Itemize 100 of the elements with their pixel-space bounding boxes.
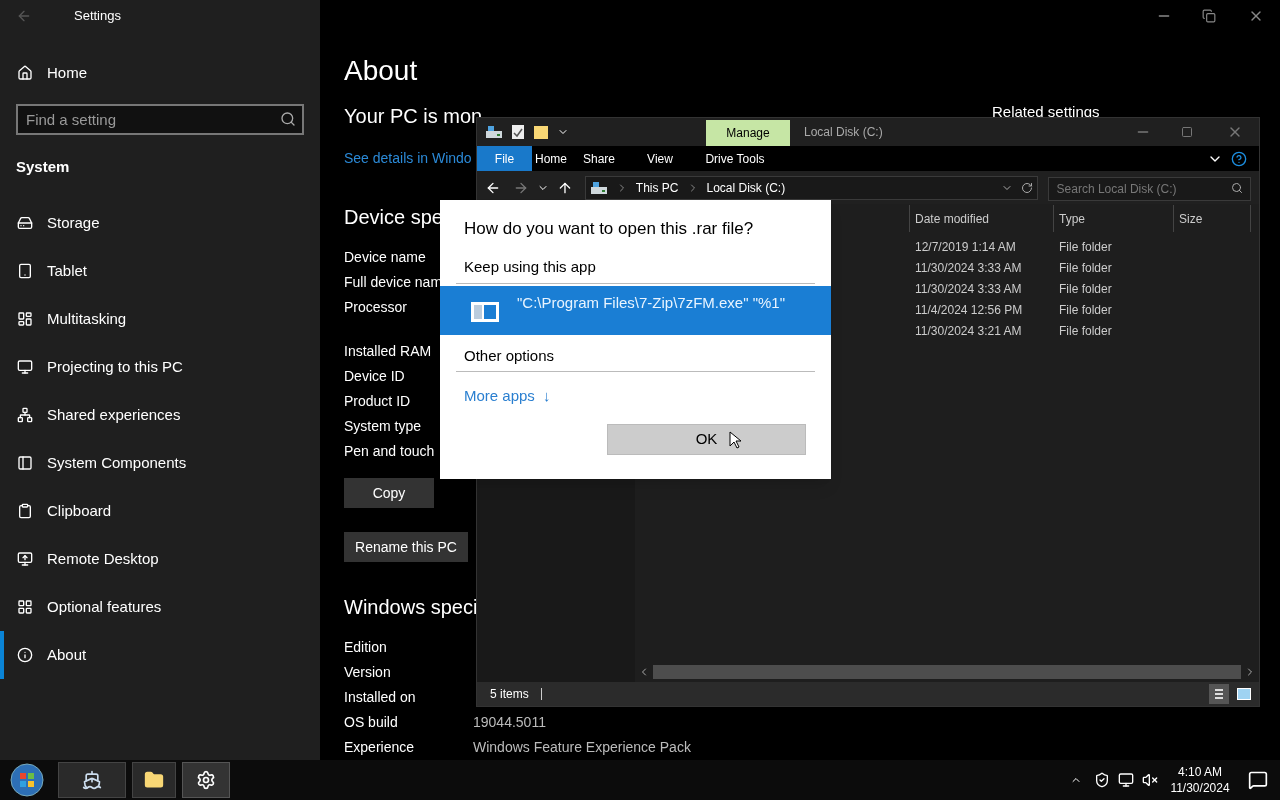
cursor-icon [729,431,741,449]
search-icon [1231,181,1243,194]
address-bar[interactable]: This PC Local Disk (C:) [584,175,1038,200]
panel-icon [17,455,33,471]
clock[interactable]: 4:10 AM 11/30/2024 [1170,764,1230,796]
refresh-icon[interactable] [1020,181,1033,194]
search-icon [280,111,296,127]
status-text: 5 items [490,686,529,703]
nav-item[interactable]: Tablet [0,247,320,295]
monitor-icon [17,359,33,375]
spec-value: 19044.5011 [473,713,546,732]
breadcrumb-item[interactable]: Local Disk (C:) [706,178,786,197]
tablet-icon [17,263,33,279]
home-nav-item[interactable]: Home [0,49,320,97]
nav-item[interactable]: Projecting to this PC [0,343,320,391]
ship-icon [82,770,102,790]
details-link[interactable]: See details in Windo [344,148,472,168]
context-tab[interactable]: Manage [706,120,790,146]
drive-icon [17,215,33,231]
spec-label: Version [344,663,392,682]
properties-icon[interactable] [511,124,525,140]
more-apps-link[interactable]: More apps ↓ [464,386,551,406]
column-header[interactable]: Type [1053,205,1173,232]
volume-muted-icon[interactable] [1142,772,1158,788]
type-cell-text: File folder [1059,238,1112,256]
column-header[interactable]: Size [1173,205,1251,232]
info-icon [17,647,33,663]
copy-button[interactable]: Copy [344,478,434,508]
app-option[interactable]: "C:\Program Files\7-Zip\7zFM.exe" "%1" [440,286,831,335]
file-menu-button[interactable]: File [477,146,532,171]
scrollbar-thumb[interactable] [653,665,1241,679]
home-icon [17,65,33,81]
ok-button[interactable]: OK [607,424,806,455]
taskbar-app[interactable] [132,762,176,798]
taskbar-app[interactable] [58,762,126,798]
taskbar-app[interactable] [182,762,230,798]
section-heading: Keep using this app [463,257,597,277]
app-command: "C:\Program Files\7-Zip\7zFM.exe" "%1" [517,293,786,313]
ribbon-tab[interactable]: Drive Tools [692,146,778,171]
network-icon [17,407,33,423]
type-cell-text: File folder [1059,301,1112,319]
nav-item[interactable]: Optional features [0,583,320,631]
date-cell-text: 11/4/2024 12:56 PM [915,301,1024,319]
details-view-button[interactable] [1209,684,1229,704]
date-cell-text: 11/30/2024 3:33 AM [915,280,1023,298]
spec-label: System type [344,417,422,436]
shield-icon[interactable] [1094,772,1110,788]
drive-icon [589,180,608,195]
column-header[interactable]: Date modified [909,205,1053,232]
folder-icon[interactable] [533,124,549,140]
page-title: About [344,54,418,88]
nav-item[interactable]: Storage [0,199,320,247]
spec-label: Experience [344,738,416,757]
spec-label: OS build [344,713,399,732]
app-icon [471,302,499,322]
ribbon-tab[interactable]: Share [570,146,628,171]
spec-label: Product ID [344,392,411,411]
date-cell-text: 11/30/2024 3:21 AM [915,322,1023,340]
monitor-arrow-icon [17,551,33,567]
nav-item[interactable]: Shared experiences [0,391,320,439]
search-field[interactable]: Find a setting [16,104,304,135]
spec-label: Device ID [344,367,405,386]
spec-label: Installed on [344,688,417,707]
nav-item[interactable]: Remote Desktop [0,535,320,583]
start-button[interactable] [10,763,44,797]
spec-value: Windows Feature Experience Pack [473,738,691,757]
breadcrumb-item[interactable]: This PC [635,178,679,197]
spec-label: Edition [344,638,388,657]
type-cell-text: File folder [1059,280,1112,298]
section-heading: Other options [463,346,556,366]
nav-item[interactable]: Multitasking [0,295,320,343]
restore-icon[interactable] [1202,8,1216,23]
ribbon-tab[interactable]: View [632,146,688,171]
window-title: Local Disk (C:) [804,124,884,141]
search-field[interactable]: Search Local Disk (C:) [1047,176,1251,201]
nav-item[interactable]: System Components [0,439,320,487]
folder-icon [144,770,164,790]
network-icon[interactable] [1118,772,1134,788]
clipboard-icon [17,503,33,519]
drive-icon [485,125,503,139]
type-cell-text: File folder [1059,322,1112,340]
nav-item[interactable]: Clipboard [0,487,320,535]
spec-label: Pen and touch [344,442,435,461]
spec-label: Installed RAM [344,342,432,361]
help-icon[interactable] [1231,150,1247,167]
date-cell-text: 12/7/2019 1:14 AM [915,238,1017,256]
maximize-icon[interactable] [1181,126,1193,138]
details-view-icon [1215,688,1223,700]
section-heading: Windows speci [344,595,478,620]
thumbnail-view-icon[interactable] [1237,688,1251,700]
gear-icon [196,770,216,790]
date-cell-text: 11/30/2024 3:33 AM [915,259,1023,277]
dialog-title: How do you want to open this .rar file? [463,218,755,240]
spec-label: Processor [344,298,408,317]
ribbon-tab[interactable]: Home [536,146,566,171]
notifications-icon[interactable] [1248,770,1268,790]
window-title: Settings [74,7,121,26]
spec-label: Device name [344,248,426,267]
rename-button[interactable]: Rename this PC [344,532,468,562]
section-heading: System [16,156,70,177]
